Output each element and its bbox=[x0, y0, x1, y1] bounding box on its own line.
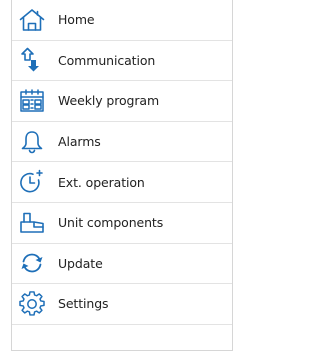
menu-item-label: Communication bbox=[58, 52, 156, 68]
communication-icon bbox=[18, 46, 46, 74]
menu-item-label: Settings bbox=[58, 296, 109, 312]
menu-item-communication[interactable]: Communication bbox=[12, 41, 232, 82]
menu-list: Home Communication Weekly program Alarms… bbox=[12, 0, 232, 325]
navigation-menu: Home Communication Weekly program Alarms… bbox=[11, 0, 233, 351]
menu-item-home[interactable]: Home bbox=[12, 0, 232, 41]
menu-item-update[interactable]: Update bbox=[12, 244, 232, 285]
refresh-icon bbox=[18, 249, 46, 277]
clock-plus-icon bbox=[18, 168, 46, 196]
menu-item-label: Update bbox=[58, 255, 103, 271]
gear-icon bbox=[18, 290, 46, 318]
menu-item-alarms[interactable]: Alarms bbox=[12, 122, 232, 163]
calendar-icon bbox=[18, 87, 46, 115]
menu-item-label: Alarms bbox=[58, 134, 101, 150]
bell-icon bbox=[18, 128, 46, 156]
menu-item-label: Weekly program bbox=[58, 93, 160, 109]
menu-item-ext-operation[interactable]: Ext. operation bbox=[12, 162, 232, 203]
unit-components-icon bbox=[18, 209, 46, 237]
home-icon bbox=[18, 6, 46, 34]
menu-item-label: Ext. operation bbox=[58, 174, 145, 190]
menu-item-label: Unit components bbox=[58, 215, 164, 231]
menu-item-weekly-program[interactable]: Weekly program bbox=[12, 81, 232, 122]
menu-item-label: Home bbox=[58, 12, 95, 28]
menu-item-unit-components[interactable]: Unit components bbox=[12, 203, 232, 244]
menu-item-settings[interactable]: Settings bbox=[12, 284, 232, 325]
